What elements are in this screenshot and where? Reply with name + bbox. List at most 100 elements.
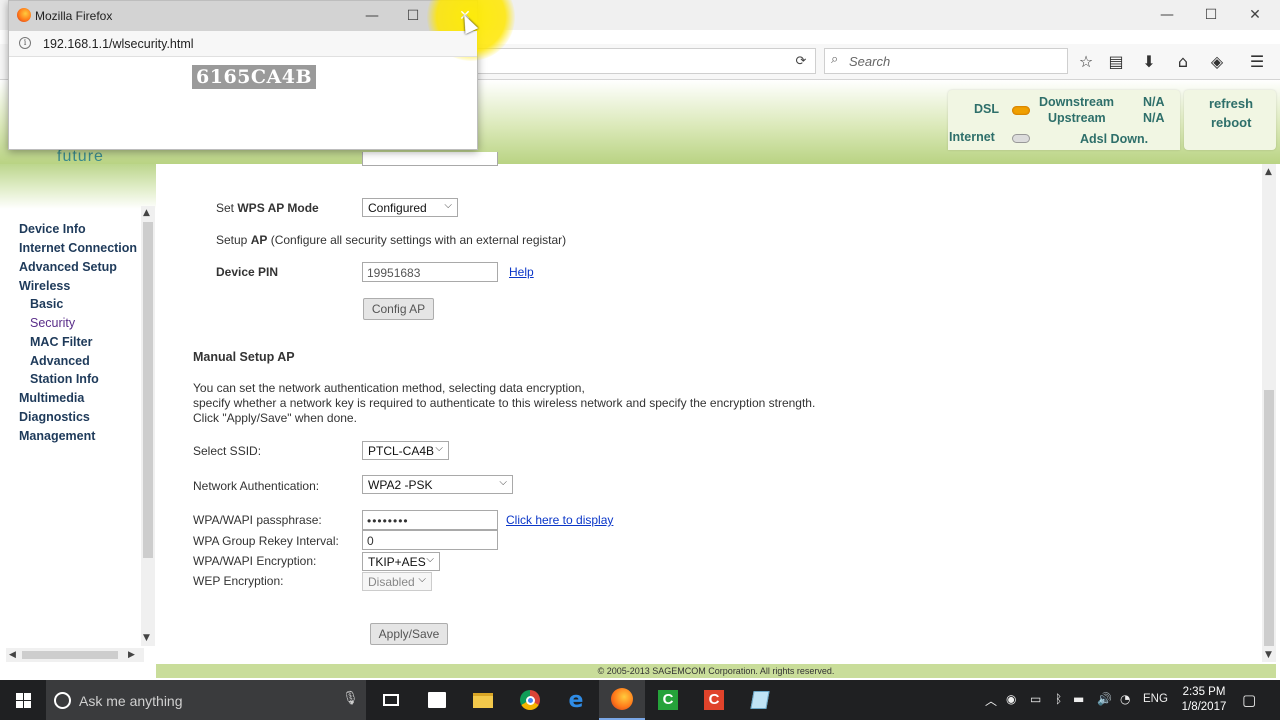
sidebar-item-advanced[interactable]: Advanced	[30, 354, 90, 368]
camtasia-recorder-icon[interactable]: C	[645, 680, 691, 720]
manual-desc-line-3: Click "Apply/Save" when done.	[193, 411, 357, 425]
firefox-app-icon[interactable]	[599, 680, 645, 720]
show-hidden-icons-chevron-icon[interactable]: ︿	[985, 692, 997, 709]
volume-icon[interactable]: 🔊	[1097, 692, 1112, 706]
chrome-app-icon[interactable]	[507, 680, 553, 720]
display-passphrase-link[interactable]: Click here to display	[506, 513, 613, 527]
chevron-down-icon: ⌵	[418, 574, 426, 585]
search-placeholder: Search	[849, 54, 891, 69]
store-app-icon[interactable]	[414, 680, 460, 720]
dsl-label: DSL	[974, 102, 999, 116]
network-auth-select[interactable]: WPA2 -PSK ⌵	[362, 475, 513, 494]
rekey-interval-label: WPA Group Rekey Interval:	[193, 534, 339, 548]
sidebar-item-device-info[interactable]: Device Info	[19, 222, 86, 236]
internet-led-indicator	[1012, 134, 1030, 143]
connection-status-panel: DSL Downstream Upstream N/A N/A Internet…	[948, 90, 1180, 150]
reload-icon[interactable]: ⟳	[790, 52, 812, 72]
action-center-icon[interactable]: ▢	[1242, 691, 1256, 709]
passphrase-field[interactable]: ••••••••	[362, 510, 498, 530]
sidebar-item-multimedia[interactable]: Multimedia	[19, 391, 84, 405]
content-scroll-thumb[interactable]	[1264, 390, 1274, 646]
wifi-icon[interactable]: ◔	[1120, 692, 1130, 706]
ssid-select[interactable]: PTCL-CA4B ⌵	[362, 441, 449, 460]
popup-url-text: 192.168.1.1/wlsecurity.html	[43, 37, 194, 51]
pocket-icon[interactable]: ◈	[1204, 50, 1230, 74]
notepad-app-icon[interactable]	[737, 680, 783, 720]
clock-date: 1/8/2017	[1181, 701, 1227, 713]
windows-logo-icon	[15, 692, 31, 708]
refresh-reboot-panel: refresh reboot	[1184, 90, 1276, 150]
bluetooth-icon[interactable]: ᛒ	[1055, 692, 1062, 706]
file-explorer-icon[interactable]	[460, 680, 506, 720]
sidebar-item-station-info[interactable]: Station Info	[30, 372, 99, 386]
manual-desc-line-1: You can set the network authentication m…	[193, 381, 585, 395]
sidebar-item-management[interactable]: Management	[19, 429, 95, 443]
sidebar-item-security[interactable]: Security	[30, 316, 75, 330]
sidebar-item-advanced-setup[interactable]: Advanced Setup	[19, 260, 117, 274]
device-pin-label: Device PIN	[216, 265, 279, 279]
rekey-interval-field[interactable]: 0	[362, 530, 498, 550]
sidebar-item-mac-filter[interactable]: MAC Filter	[30, 335, 93, 349]
minimize-button[interactable]: —	[1144, 0, 1190, 30]
camtasia-editor-icon[interactable]: C	[691, 680, 737, 720]
popup-url-bar[interactable]: i 192.168.1.1/wlsecurity.html	[9, 31, 477, 57]
sidebar-item-basic[interactable]: Basic	[30, 297, 63, 311]
firefox-logo-icon	[17, 8, 31, 22]
tray-monitor-icon[interactable]: ▭	[1030, 692, 1041, 706]
sidebar-hscroll-thumb[interactable]	[22, 651, 118, 659]
content-scroll-down-icon[interactable]: ▼	[1265, 650, 1272, 660]
battery-icon[interactable]: ▬	[1073, 692, 1084, 706]
sidebar-scroll-thumb[interactable]	[143, 222, 153, 558]
scroll-down-arrow-icon[interactable]: ▼	[143, 633, 150, 643]
popup-titlebar[interactable]: Mozilla Firefox — ☐	[9, 1, 477, 31]
language-indicator[interactable]: ENG	[1143, 693, 1168, 705]
downstream-label: Downstream	[1039, 95, 1115, 109]
chevron-down-icon: ⌵	[435, 443, 443, 454]
setup-ap-description: Setup AP (Configure all security setting…	[216, 233, 567, 247]
wep-encryption-label: WEP Encryption:	[193, 574, 284, 588]
scroll-left-arrow-icon[interactable]: ◀	[9, 650, 16, 660]
wep-encryption-select: Disabled ⌵	[362, 572, 432, 591]
scroll-up-arrow-icon[interactable]: ▲	[143, 208, 150, 218]
sidebar-item-wireless[interactable]: Wireless	[19, 279, 70, 293]
upstream-label: Upstream	[1048, 111, 1106, 125]
manual-setup-heading: Manual Setup AP	[193, 350, 295, 364]
home-icon[interactable]: ⌂	[1170, 50, 1196, 74]
edge-app-icon[interactable]: e	[553, 680, 599, 720]
sidebar-item-diagnostics[interactable]: Diagnostics	[19, 410, 90, 424]
search-input[interactable]: ⌕ Search	[824, 48, 1068, 74]
windows-taskbar: Ask me anything 🎙 e C C ︿ ◉ ▭ ᛒ ▬ 🔊 ◔ EN…	[0, 680, 1280, 720]
reboot-link[interactable]: reboot	[1211, 115, 1251, 130]
url-bar[interactable]	[470, 48, 816, 74]
refresh-link[interactable]: refresh	[1209, 96, 1253, 111]
info-icon[interactable]: i	[19, 37, 31, 49]
copyright-footer: © 2005-2013 SAGEMCOM Corporation. All ri…	[156, 664, 1276, 678]
bookmark-star-icon[interactable]: ☆	[1073, 50, 1099, 74]
encryption-select[interactable]: TKIP+AES ⌵	[362, 552, 440, 571]
config-ap-button[interactable]: Config AP	[363, 298, 434, 320]
cortana-search-box[interactable]: Ask me anything 🎙	[46, 680, 366, 720]
system-clock[interactable]: 2:35 PM 1/8/2017	[1170, 685, 1238, 715]
popup-minimize-button[interactable]: —	[349, 1, 395, 31]
network-auth-label: Network Authentication:	[193, 479, 320, 493]
left-sidebar: Device Info Internet Connection Advanced…	[0, 164, 156, 664]
downloads-icon[interactable]: ⬇	[1136, 50, 1162, 74]
dsl-led-indicator	[1012, 106, 1030, 115]
apply-save-button[interactable]: Apply/Save	[370, 623, 448, 645]
content-scroll-up-icon[interactable]: ▲	[1265, 167, 1272, 177]
sidebar-item-internet-connection[interactable]: Internet Connection	[19, 241, 137, 255]
wps-mode-select[interactable]: Configured ⌵	[362, 198, 458, 217]
help-link[interactable]: Help	[509, 265, 534, 279]
tray-app-icon[interactable]: ◉	[1006, 692, 1016, 706]
scroll-right-arrow-icon[interactable]: ▶	[128, 650, 135, 660]
reading-list-icon[interactable]: ▤	[1103, 50, 1129, 74]
manual-desc-line-2: specify whether a network key is require…	[193, 396, 816, 410]
main-content-frame: Set WPS AP Mode Configured ⌵ Setup AP (Co…	[156, 152, 1262, 664]
start-button[interactable]	[0, 680, 46, 720]
menu-icon[interactable]: ☰	[1244, 50, 1270, 74]
maximize-button[interactable]: ☐	[1188, 0, 1234, 30]
close-button[interactable]: ✕	[1232, 0, 1278, 30]
microphone-icon[interactable]: 🎙	[342, 691, 359, 706]
task-view-icon[interactable]	[368, 680, 414, 720]
device-pin-field[interactable]: 19951683	[362, 262, 498, 282]
